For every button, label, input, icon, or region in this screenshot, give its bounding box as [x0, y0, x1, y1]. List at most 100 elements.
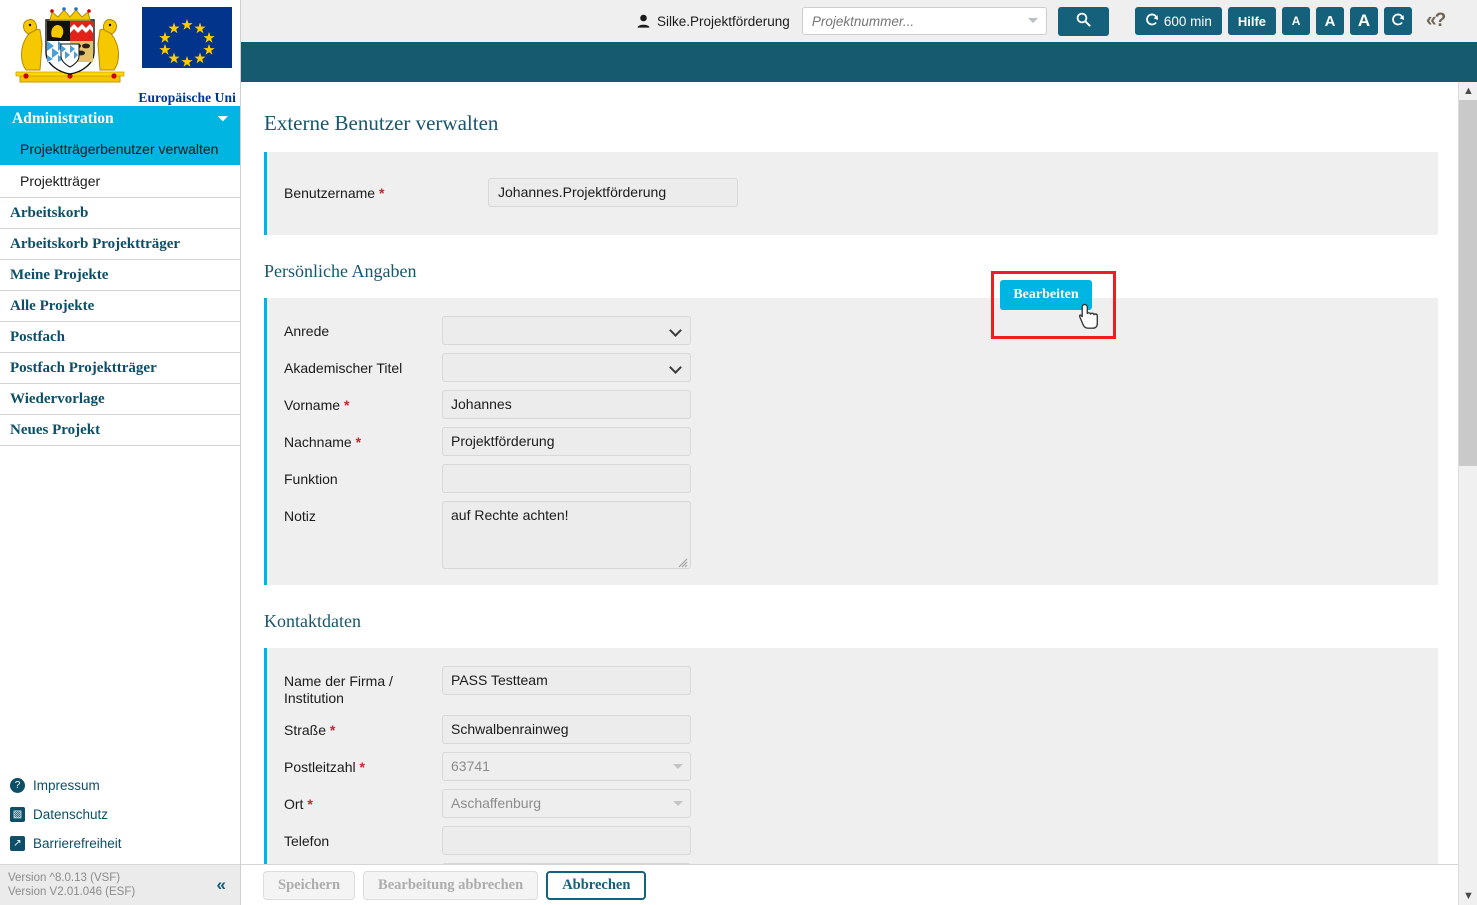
username-value[interactable]: Johannes.Projektförderung [488, 178, 738, 207]
document-lock-icon: ▧ [10, 807, 25, 822]
sidebar-item-postfach-projekttraeger[interactable]: Postfach Projektträger [0, 353, 240, 384]
sidebar-subitem-label: Projektträger [20, 173, 101, 189]
footer-link-label: Datenschutz [33, 807, 109, 822]
field-label-funktion: Funktion [267, 464, 442, 488]
chevron-down-icon [673, 801, 683, 806]
telefon-input[interactable] [442, 826, 691, 855]
version-line-esf: Version V2.01.046 (ESF) [8, 886, 136, 898]
font-size-small-label: A [1291, 14, 1301, 28]
scroll-up-button[interactable]: ▲ [1459, 82, 1477, 100]
field-label-text: Akademischer Titel [284, 360, 403, 376]
chevron-down-icon [669, 324, 682, 337]
field-label-text: Name der Firma / Institution [284, 673, 393, 706]
postleitzahl-input[interactable]: 63741 [442, 752, 691, 781]
chevron-down-icon: ⏷ [217, 111, 228, 126]
sidebar-item-wiedervorlage[interactable]: Wiedervorlage [0, 384, 240, 415]
ort-input[interactable]: Aschaffenburg [442, 789, 691, 818]
page-refresh-button[interactable] [1384, 7, 1413, 35]
sidebar-item-meine-projekte[interactable]: Meine Projekte [0, 260, 240, 291]
question-mark-icon: ? [10, 778, 25, 793]
help-button[interactable]: Hilfe [1227, 7, 1277, 35]
required-marker: * [378, 185, 385, 201]
field-row-strasse: Straße * Schwalbenrainweg [267, 711, 1438, 748]
field-control-akademischer-titel [442, 353, 691, 382]
nachname-input[interactable]: Projektförderung [442, 427, 691, 456]
anrede-select[interactable] [442, 316, 691, 345]
field-label-text: Postleitzahl [284, 759, 356, 775]
version-bar: Version ^8.0.13 (VSF) Version V2.01.046 … [0, 864, 240, 905]
firma-input[interactable]: PASS Testteam [442, 666, 691, 695]
scrollbar-thumb[interactable] [1459, 100, 1477, 466]
sidebar-item-postfach[interactable]: Postfach [0, 322, 240, 353]
arrow-out-icon: ↗ [10, 836, 25, 851]
sidebar-item-projekttraegerbenutzer-verwalten[interactable]: Projektträgerbenutzer verwalten [0, 133, 240, 165]
field-label-nachname: Nachname * [267, 427, 442, 451]
person-icon [637, 14, 650, 28]
field-row-funktion: Funktion [267, 460, 1438, 497]
sidebar-item-label: Postfach Projektträger [10, 360, 157, 376]
application-window: Europäische Uni Administration ⏷ Projekt… [0, 0, 1477, 905]
funktion-input[interactable] [442, 464, 691, 493]
field-label-text: Funktion [284, 471, 338, 487]
bavaria-coat-of-arms-icon [6, 4, 134, 90]
project-search-input[interactable] [801, 7, 1047, 35]
session-timer-button[interactable]: 600 min [1134, 7, 1222, 35]
sidebar-subitem-label: Projektträgerbenutzer verwalten [20, 141, 219, 157]
field-label-vorname: Vorname * [267, 390, 442, 414]
field-label-telefon: Telefon [267, 826, 442, 850]
field-control-anrede [442, 316, 691, 345]
save-button[interactable]: Speichern [263, 870, 356, 900]
font-size-medium-button[interactable]: A [1316, 7, 1345, 35]
sidebar-item-label: Meine Projekte [10, 267, 109, 283]
required-marker: * [329, 722, 336, 738]
footer-link-impressum[interactable]: ? Impressum [8, 771, 240, 800]
field-row-firma: Name der Firma / Institution PASS Testte… [267, 662, 1438, 711]
eu-flag-icon [142, 7, 232, 68]
footer-link-barrierefreiheit[interactable]: ↗ Barrierefreiheit [8, 829, 240, 858]
search-button[interactable] [1057, 6, 1109, 36]
sidebar-item-neues-projekt[interactable]: Neues Projekt [0, 415, 240, 446]
field-label-ort: Ort * [267, 789, 442, 813]
footer-link-label: Impressum [33, 778, 100, 793]
field-control-strasse: Schwalbenrainweg [442, 715, 691, 744]
panel-persoenliche-angaben: Anrede Akademischer Titel Vorname * Joha… [264, 298, 1438, 585]
cancel-edit-button[interactable]: Bearbeitung abbrechen [363, 870, 539, 900]
sidebar-collapse-button[interactable]: « [217, 875, 227, 895]
version-line-vsf: Version ^8.0.13 (VSF) [8, 872, 121, 884]
field-label-akademischer-titel: Akademischer Titel [267, 353, 442, 377]
sidebar-item-label: Alle Projekte [10, 298, 95, 314]
main-scrollbar[interactable]: ▲ ▼ [1458, 82, 1477, 905]
sidebar-item-label: Arbeitskorb Projektträger [10, 236, 181, 252]
scroll-down-button[interactable]: ▼ [1459, 887, 1477, 905]
refresh-icon [1145, 13, 1159, 30]
sidebar-section-administration[interactable]: Administration ⏷ [0, 106, 240, 133]
page-title: Externe Benutzer verwalten [264, 111, 499, 135]
field-row-notiz: Notiz auf Rechte achten! [267, 497, 1438, 573]
notiz-textarea[interactable]: auf Rechte achten! [442, 501, 691, 569]
edit-button[interactable]: Bearbeiten [1000, 280, 1092, 310]
field-label-firma: Name der Firma / Institution [267, 666, 442, 707]
field-label-postleitzahl: Postleitzahl * [267, 752, 442, 776]
main-content: Externe Benutzer verwalten Benutzername … [241, 82, 1477, 905]
strasse-input[interactable]: Schwalbenrainweg [442, 715, 691, 744]
font-size-small-button[interactable]: A [1282, 7, 1311, 35]
field-control-nachname: Projektförderung [442, 427, 691, 456]
sidebar-item-arbeitskorb-projekttraeger[interactable]: Arbeitskorb Projektträger [0, 229, 240, 260]
field-control-ort: Aschaffenburg [442, 789, 691, 818]
sidebar-item-alle-projekte[interactable]: Alle Projekte [0, 291, 240, 322]
sidebar-item-projekttraeger[interactable]: Projektträger [0, 165, 240, 198]
cancel-button[interactable]: Abbrechen [546, 870, 647, 900]
contextual-help-toggle[interactable]: «? [1426, 10, 1446, 32]
sidebar-item-arbeitskorb[interactable]: Arbeitskorb [0, 198, 240, 229]
field-row-vorname: Vorname * Johannes [267, 386, 1438, 423]
field-label-text: Anrede [284, 323, 330, 339]
vorname-input[interactable]: Johannes [442, 390, 691, 419]
branding-logos [0, 0, 240, 92]
footer-link-label: Barrierefreiheit [33, 836, 122, 851]
footer-link-datenschutz[interactable]: ▧ Datenschutz [8, 800, 240, 829]
akademischer-titel-select[interactable] [442, 353, 691, 382]
top-toolbar: Silke.Projektförderung 600 min Hilfe A A [241, 0, 1477, 42]
field-control-vorname: Johannes [442, 390, 691, 419]
font-size-large-button[interactable]: A [1350, 7, 1379, 35]
refresh-icon [1391, 13, 1405, 30]
